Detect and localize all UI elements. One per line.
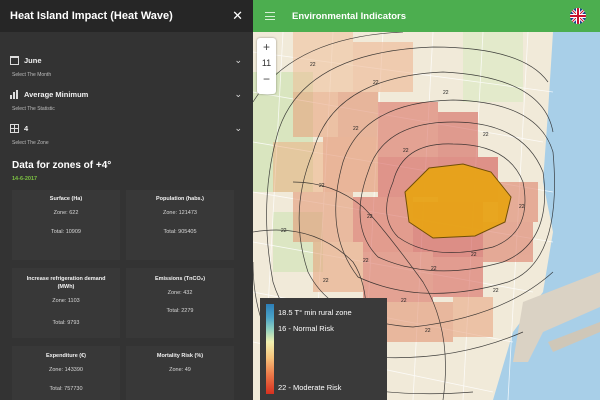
svg-text:22: 22 (367, 214, 373, 220)
legend-label-bottom: 22 - Moderate Risk (278, 383, 342, 392)
statistic-caption: Select The Statistic (12, 106, 55, 112)
svg-text:22: 22 (363, 258, 369, 264)
data-title: Data for zones of +4° (12, 160, 112, 171)
statistic-value: Average Minimum (24, 89, 89, 99)
chevron-down-icon: ⌄ (234, 88, 242, 99)
card-title: Surface (Ha) (49, 196, 83, 202)
svg-text:22: 22 (425, 328, 431, 334)
hamburger-menu-icon[interactable] (265, 12, 275, 20)
card-title: Expenditure (€) (45, 353, 87, 359)
app-title: Environmental Indicators (292, 10, 407, 22)
stat-card-mortality: Mortality Risk (%) Zone: 49 (126, 346, 234, 400)
card-zone: Zone: 1103 (52, 298, 80, 304)
card-total: Total: 905405 (163, 229, 197, 235)
card-title: Mortality Risk (%) (156, 353, 204, 359)
svg-text:22: 22 (353, 126, 359, 132)
month-caption: Select The Month (12, 72, 52, 78)
sidebar-header: Heat Island Impact (Heat Wave) ✕ (0, 0, 253, 32)
zoom-out-button[interactable]: − (257, 70, 276, 88)
zoom-control: + 11 − (257, 38, 276, 94)
svg-text:22: 22 (519, 204, 525, 210)
stat-card-refrigeration: Increase refrigeration demand (MWh) Zone… (12, 268, 120, 338)
close-icon[interactable]: ✕ (232, 8, 243, 24)
svg-text:22: 22 (403, 148, 409, 154)
bar-chart-icon (10, 89, 19, 99)
card-title: Increase refrigeration demand (MWh) (26, 276, 106, 290)
card-total: Total: 10909 (51, 229, 81, 235)
card-zone: Zone: 49 (169, 367, 191, 373)
stat-card-expenditure: Expenditure (€) Zone: 143390 Total: 7577… (12, 346, 120, 400)
stat-card-emissions: Emissions (TnCO₂) Zone: 432 Total: 2279 (126, 268, 234, 338)
svg-text:22: 22 (373, 80, 379, 86)
svg-text:22: 22 (431, 266, 437, 272)
chevron-down-icon: ⌄ (234, 54, 242, 65)
sidebar-title: Heat Island Impact (Heat Wave) (10, 10, 173, 22)
grid-icon (10, 123, 19, 133)
card-title: Population (habs.) (156, 196, 204, 202)
card-title: Emissions (TnCO₂) (154, 276, 206, 282)
svg-text:22: 22 (281, 228, 287, 234)
svg-text:22: 22 (443, 90, 449, 96)
svg-text:22: 22 (483, 132, 489, 138)
card-total: Total: 757730 (49, 386, 83, 392)
legend-color-scale (266, 304, 274, 394)
chevron-down-icon: ⌄ (234, 122, 242, 133)
top-app-bar: Environmental Indicators (253, 0, 600, 32)
legend-label-mid: 16 - Normal Risk (278, 324, 334, 333)
stat-card-surface: Surface (Ha) Zone: 622 Total: 10909 (12, 190, 120, 260)
stat-card-population: Population (habs.) Zone: 121473 Total: 9… (126, 190, 234, 260)
card-total: Total: 9793 (52, 320, 80, 326)
map-view[interactable]: 22 22 22 22 22 22 22 22 22 22 22 22 22 22 22 22 22 2… (253, 32, 600, 400)
svg-text:22: 22 (471, 252, 477, 258)
month-value: June (24, 55, 42, 65)
svg-text:22: 22 (319, 183, 325, 189)
svg-text:22: 22 (493, 288, 499, 294)
sidebar-panel: Heat Island Impact (Heat Wave) ✕ June ⌄ … (0, 0, 253, 400)
month-select[interactable]: June ⌄ (10, 53, 242, 67)
uk-flag-icon[interactable] (570, 8, 586, 24)
zone-value: 4 (24, 123, 29, 133)
zone-caption: Select The Zone (12, 140, 49, 146)
card-zone: Zone: 622 (53, 210, 79, 216)
zoom-in-button[interactable]: + (257, 38, 276, 56)
svg-text:22: 22 (323, 278, 329, 284)
legend-label-top: 18.5 T° min rural zone (278, 308, 352, 317)
zone-select[interactable]: 4 ⌄ (10, 121, 242, 135)
statistic-select[interactable]: Average Minimum ⌄ (10, 87, 242, 101)
svg-text:22: 22 (310, 62, 316, 68)
zoom-level: 11 (261, 58, 272, 68)
card-zone: Zone: 432 (167, 290, 193, 296)
data-date: 14-6-2017 (12, 176, 38, 182)
card-zone: Zone: 143390 (49, 367, 83, 373)
calendar-icon (10, 55, 19, 65)
map-legend: 18.5 T° min rural zone 16 - Normal Risk … (260, 298, 387, 400)
svg-text:22: 22 (401, 298, 407, 304)
card-zone: Zone: 121473 (163, 210, 197, 216)
card-total: Total: 2279 (166, 308, 194, 314)
